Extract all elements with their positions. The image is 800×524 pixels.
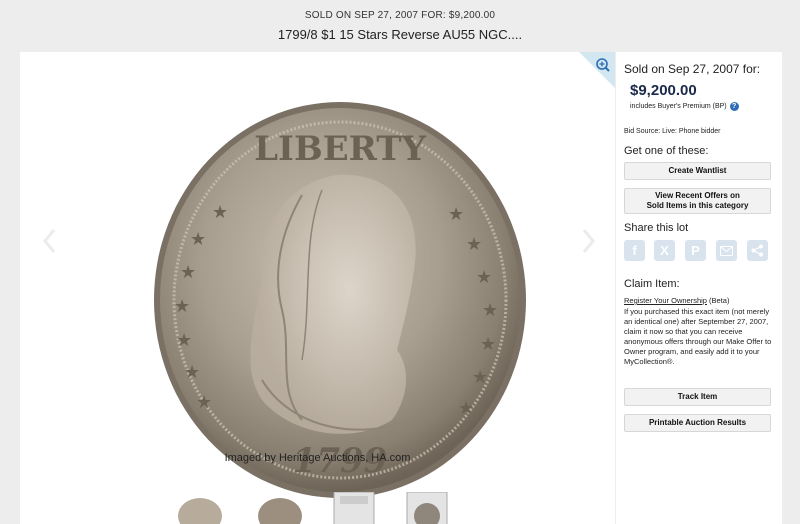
- svg-text:★: ★: [472, 367, 488, 388]
- thumbnail-reverse[interactable]: [255, 492, 305, 524]
- share-heading: Share this lot: [624, 222, 689, 234]
- email-icon[interactable]: [716, 240, 737, 261]
- image-credit: Imaged by Heritage Auctions, HA.com: [224, 452, 411, 464]
- svg-text:★: ★: [482, 300, 498, 321]
- register-ownership: Register Your Ownership (Beta): [624, 296, 729, 305]
- svg-text:★: ★: [212, 202, 228, 223]
- thumbnail-strip: [20, 492, 615, 524]
- bp-text: includes Buyer's Premium (BP): [630, 103, 727, 110]
- thumbnail-slab-back[interactable]: [405, 492, 449, 524]
- beta-label: (Beta): [706, 296, 730, 305]
- coin-image[interactable]: LIBERTY 1799 ★★★ ★★★ ★ ★★★ ★★★ ★: [152, 100, 528, 500]
- create-wantlist-button[interactable]: Create Wantlist: [624, 162, 771, 180]
- next-image-arrow[interactable]: [578, 226, 598, 256]
- svg-text:★: ★: [466, 234, 482, 255]
- svg-text:★: ★: [190, 229, 206, 250]
- offers-line-1: View Recent Offers on: [655, 191, 740, 200]
- thumbnail-slab-front[interactable]: [332, 492, 376, 524]
- x-icon[interactable]: X: [654, 240, 675, 261]
- sold-summary: SOLD ON SEP 27, 2007 FOR: $9,200.00: [304, 10, 496, 21]
- sold-label: Sold on Sep 27, 2007 for:: [624, 62, 761, 76]
- svg-text:★: ★: [176, 330, 192, 351]
- sale-price: $9,200.00: [630, 82, 697, 99]
- share-icons: f X P: [624, 240, 774, 262]
- bid-source: Bid Source: Live: Phone bidder: [624, 128, 721, 135]
- page-header: SOLD ON SEP 27, 2007 FOR: $9,200.00 1799…: [0, 0, 800, 52]
- view-recent-offers-button[interactable]: View Recent Offers on Sold Items in this…: [624, 188, 771, 214]
- svg-text:★: ★: [476, 267, 492, 288]
- facebook-icon[interactable]: f: [624, 240, 645, 261]
- register-ownership-link[interactable]: Register Your Ownership: [624, 296, 707, 305]
- claim-heading: Claim Item:: [624, 278, 680, 290]
- printable-results-button[interactable]: Printable Auction Results: [624, 414, 771, 432]
- get-one-heading: Get one of these:: [624, 145, 709, 157]
- share-icon[interactable]: [747, 240, 768, 261]
- offers-line-2: Sold Items in this category: [646, 201, 749, 210]
- coin-legend: LIBERTY: [254, 129, 426, 169]
- lot-title: 1799/8 $1 15 Stars Reverse AU55 NGC....: [277, 27, 523, 42]
- lot-sidebar: Sold on Sep 27, 2007 for: $9,200.00 incl…: [616, 52, 782, 524]
- thumbnail-obverse[interactable]: [175, 492, 225, 524]
- svg-text:★: ★: [448, 204, 464, 225]
- image-panel: LIBERTY 1799 ★ ★ ★ ★ ★ ★ ★ ★ ★ ★ ★ ★ ★ ★ Imaged …: [20, 52, 615, 524]
- help-icon[interactable]: ?: [729, 102, 739, 111]
- svg-text:★: ★: [480, 334, 496, 355]
- claim-description: If you purchased this exact item (not me…: [624, 307, 772, 366]
- svg-text:★: ★: [184, 362, 200, 383]
- zoom-button[interactable]: [579, 52, 615, 88]
- track-item-button[interactable]: Track Item: [624, 388, 771, 406]
- pinterest-icon[interactable]: P: [685, 240, 706, 261]
- previous-image-arrow[interactable]: [40, 226, 60, 256]
- svg-text:★: ★: [458, 398, 474, 419]
- svg-text:★: ★: [196, 392, 212, 413]
- buyers-premium-note: includes Buyer's Premium (BP) ?: [630, 102, 739, 111]
- svg-text:★: ★: [180, 262, 196, 283]
- svg-text:★: ★: [174, 296, 190, 317]
